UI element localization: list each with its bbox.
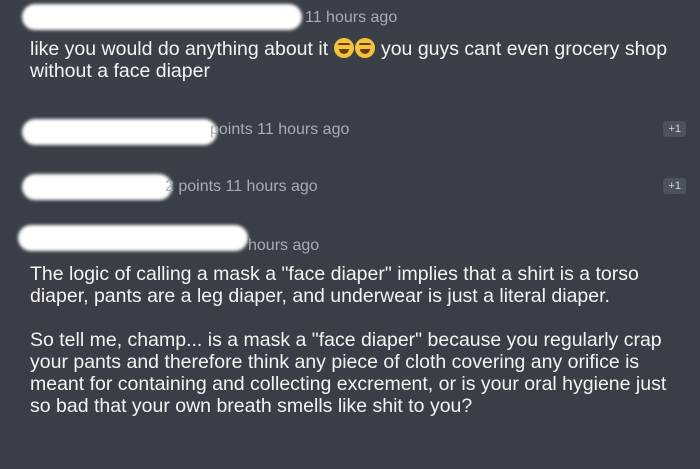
score-badge: +1 [663, 121, 686, 137]
score-badge: +1 [663, 178, 686, 194]
comment-paragraph: The logic of calling a mask a "face diap… [30, 263, 639, 307]
redacted-username [18, 225, 248, 251]
joy-emoji-icon [354, 38, 375, 58]
collapsed-comment[interactable]: points 11 hours ago +1 [0, 101, 700, 158]
redacted-username [22, 119, 217, 145]
comment: 11 hours ago like you would do anything … [0, 0, 700, 101]
joy-emoji-icon [333, 38, 354, 58]
collapsed-comment[interactable]: 2 points 11 hours ago +1 [0, 158, 700, 215]
comment-paragraph: So tell me, champ... is a mask a "face d… [30, 329, 667, 417]
comment-body: like you would do anything about it you … [30, 38, 668, 82]
comment-meta: points 11 hours ago [210, 121, 350, 138]
comment-meta: 11 hours ago [305, 9, 398, 26]
comment-meta: 2 points 11 hours ago [165, 178, 318, 195]
redacted-username [22, 174, 172, 200]
comment-meta: hours ago [248, 237, 320, 254]
comment-body: The logic of calling a mask a "face diap… [30, 263, 686, 417]
redacted-username [22, 4, 302, 30]
comment: hours ago The logic of calling a mask a … [0, 215, 700, 469]
